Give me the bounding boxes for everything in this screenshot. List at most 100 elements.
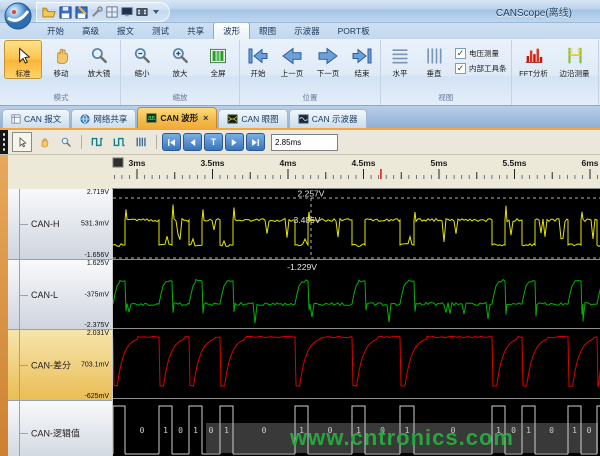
ribbon-tab-advanced[interactable]: 高级 (73, 23, 108, 39)
pulse-measure-button[interactable] (87, 132, 107, 152)
ribbon-group-analysis: FFT分析 边沿测量 (512, 40, 599, 105)
button-label: 边沿测量 (560, 69, 590, 78)
channel-name: CAN-H (31, 219, 60, 229)
tab-label: CAN 眼图 (241, 113, 278, 125)
prev-page-button[interactable]: 上一页 (274, 40, 310, 79)
fft-analysis-button[interactable]: FFT分析 (514, 40, 554, 79)
next-page-button[interactable]: 下一页 (310, 40, 346, 79)
tab-can-eye[interactable]: CAN 眼图 (218, 109, 287, 128)
zoom-in-button[interactable]: 放大 (161, 40, 199, 79)
ribbon-tab-bar: 开始 高级 报文 测试 共享 波形 眼图 示波器 PORT板 (0, 23, 600, 39)
window-title: CANScope(离线) (496, 4, 572, 19)
monitor-icon[interactable] (121, 6, 133, 18)
nav-trigger-button[interactable]: T (204, 133, 223, 151)
zoom-tool-button[interactable] (56, 132, 76, 152)
channel-row-can-l[interactable]: CAN-L 1.625V -375mV -2.375V (8, 260, 112, 330)
close-icon[interactable]: × (203, 113, 208, 123)
channel-scale-top: 2.031V (87, 330, 109, 337)
ribbon-tab-test[interactable]: 测试 (143, 23, 178, 39)
document-tab-bar: CAN 报文 网络共享 CAN 波形 × CAN 眼图 CAN 示波器 (0, 106, 600, 130)
svg-text:1: 1 (193, 426, 198, 435)
goto-start-button[interactable]: 开始 (242, 40, 274, 79)
pan-tool-button[interactable] (34, 132, 54, 152)
ribbon-tab-oscilloscope[interactable]: 示波器 (285, 23, 329, 39)
edge-measure-icon (564, 43, 586, 69)
button-label: FFT分析 (519, 69, 548, 78)
view-checkboxes: ✓ 电压测量 ✓ 内部工具条 (451, 40, 509, 74)
save-icon[interactable] (59, 6, 72, 19)
nav-last-button[interactable] (246, 133, 265, 151)
tab-can-message[interactable]: CAN 报文 (2, 109, 70, 128)
qat-dropdown-icon[interactable] (153, 10, 159, 14)
nav-first-button[interactable] (162, 133, 181, 151)
svg-text:3ms: 3ms (128, 158, 145, 168)
left-dock-strip[interactable] (0, 155, 8, 456)
channel-panel: CAN-H 2.719V 531.3mV -1.656V CAN-L 1.625… (8, 189, 112, 456)
button-label: 全屏 (211, 69, 226, 78)
vertical-button[interactable]: 垂直 (417, 40, 451, 79)
quick-access-toolbar (36, 2, 170, 22)
channel-name: CAN-L (31, 290, 58, 300)
channel-row-can-h[interactable]: CAN-H 2.719V 531.3mV -1.656V (8, 189, 112, 260)
window-grid-icon[interactable] (106, 6, 118, 18)
goto-end-button[interactable]: 结束 (346, 40, 378, 79)
nav-prev-button[interactable] (183, 133, 202, 151)
fft-spectrum-icon (523, 43, 545, 69)
save-as-icon[interactable] (75, 6, 88, 19)
ribbon-tab-message[interactable]: 报文 (108, 23, 143, 39)
nav-next-button[interactable] (225, 133, 244, 151)
waveform-toolbar: T (0, 130, 600, 155)
inner-toolbar-checkbox[interactable]: ✓ 内部工具条 (455, 63, 507, 74)
prev-page-icon (280, 43, 304, 69)
fullscreen-button[interactable]: 全屏 (199, 40, 237, 79)
time-ruler[interactable]: 3ms3.5ms4ms4.5ms5ms5.5ms6ms (112, 155, 600, 189)
tool-icon[interactable] (91, 6, 103, 18)
ribbon-tab-share[interactable]: 共享 (178, 23, 213, 39)
zoom-in-icon (170, 43, 190, 69)
checkbox-checked-icon: ✓ (455, 63, 466, 74)
tab-can-oscilloscope[interactable]: CAN 示波器 (289, 109, 367, 128)
ribbon-tab-eye[interactable]: 眼图 (250, 23, 285, 39)
pulse-measure-alt-button[interactable] (109, 132, 129, 152)
fullscreen-icon (208, 43, 228, 69)
ribbon-group-zoom: 缩小 放大 全屏 缩放 (121, 40, 240, 105)
channel-row-can-diff[interactable]: CAN-差分 2.031V 703.1mV -625mV (8, 330, 112, 401)
checkbox-checked-icon: ✓ (455, 48, 466, 59)
edge-measure-button[interactable]: 边沿测量 (554, 40, 596, 79)
button-label: 垂直 (427, 69, 442, 78)
tab-can-waveform[interactable]: CAN 波形 × (137, 107, 217, 128)
svg-text:4.5ms: 4.5ms (351, 158, 375, 168)
move-mode-button[interactable]: 移动 (42, 40, 80, 79)
pointer-tool-button[interactable] (12, 132, 32, 152)
channel-row-can-logic[interactable]: CAN-逻辑值 (8, 401, 112, 456)
oscilloscope-icon (298, 114, 309, 124)
grid-lines-button[interactable] (131, 132, 151, 152)
ribbon-tab-waveform[interactable]: 波形 (213, 22, 250, 39)
channel-scale-mid: 703.1mV (81, 362, 109, 369)
tab-network-share[interactable]: 网络共享 (71, 109, 136, 128)
channel-scale-bottom: -1.656V (84, 252, 109, 259)
time-ruler-row: 3ms3.5ms4ms4.5ms5ms5.5ms6ms (8, 155, 600, 189)
app-logo-icon[interactable] (3, 1, 33, 31)
channel-scale-top: 2.719V (87, 189, 109, 196)
time-position-input[interactable] (271, 134, 338, 151)
film-icon[interactable] (136, 6, 148, 18)
open-file-icon[interactable] (42, 6, 56, 19)
magnifier-mode-button[interactable]: 放大镜 (80, 40, 118, 79)
checkbox-label: 内部工具条 (469, 63, 507, 74)
button-label: 放大镜 (88, 69, 111, 78)
standard-mode-button[interactable]: 标准 (4, 40, 42, 79)
svg-text:2.257V: 2.257V (298, 189, 325, 199)
button-label: 移动 (54, 69, 69, 78)
button-label: 标准 (16, 69, 31, 78)
toolbar-separator (81, 135, 82, 149)
ribbon-tab-start[interactable]: 开始 (38, 23, 73, 39)
eye-diagram-icon (227, 114, 238, 124)
toolbar-grip[interactable] (0, 130, 8, 154)
zoom-out-button[interactable]: 缩小 (123, 40, 161, 79)
voltage-measure-checkbox[interactable]: ✓ 电压测量 (455, 48, 507, 59)
horizontal-button[interactable]: 水平 (383, 40, 417, 79)
waveform-canvas[interactable]: 01010101010101010102.257V3.486V-1.229V w… (112, 189, 600, 456)
ribbon-group-label: 模式 (4, 91, 118, 105)
ribbon-tab-port[interactable]: PORT板 (329, 23, 379, 39)
